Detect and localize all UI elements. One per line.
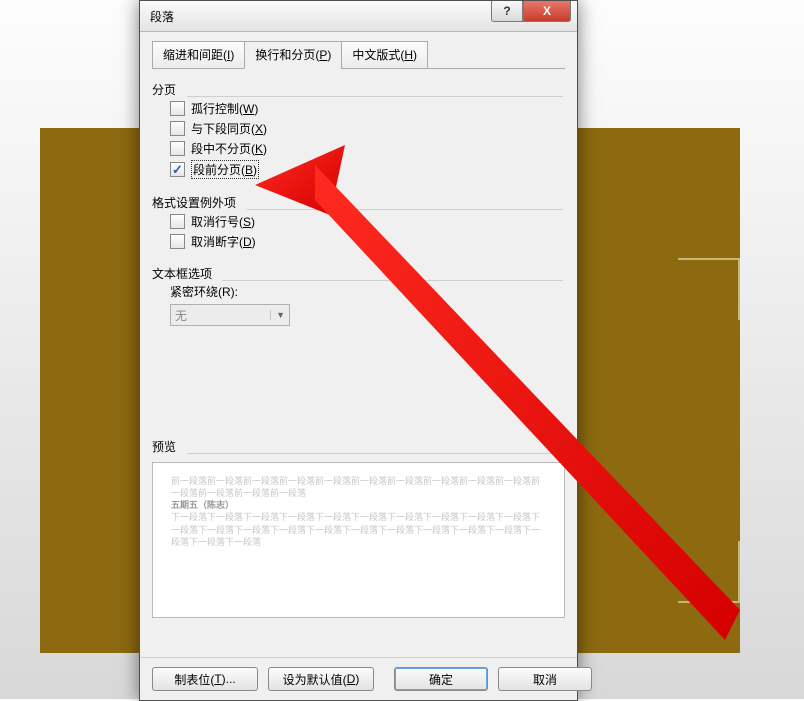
section-textbox-label: 文本框选项 <box>152 265 212 282</box>
dialog-tabs: 缩进和间距(I) 换行和分页(P) 中文版式(H) <box>152 42 565 69</box>
tight-wrap-value: 无 <box>175 307 187 324</box>
option-dont-hyphenate[interactable]: 取消断字(D) <box>170 233 565 250</box>
cancel-button[interactable]: 取消 <box>498 667 592 691</box>
tight-wrap-label: 紧密环绕(R): <box>170 283 565 300</box>
option-keep-lines-together[interactable]: 段中不分页(K) <box>170 140 565 157</box>
checkbox-page-break-before[interactable]: ✓ <box>170 162 185 177</box>
crop-mark-bottom-right <box>678 541 740 603</box>
close-button[interactable]: X <box>523 1 571 22</box>
set-default-button[interactable]: 设为默认值(D) <box>268 667 374 691</box>
preview-area: 前一段落前一段落前一段落前一段落前一段落前一段落前一段落前一段落前一段落前一段落… <box>152 462 565 618</box>
section-exceptions-label: 格式设置例外项 <box>152 194 236 211</box>
dialog-titlebar[interactable]: 段落 ? X <box>140 1 577 32</box>
checkbox-widow-control[interactable] <box>170 101 185 116</box>
option-suppress-line-numbers[interactable]: 取消行号(S) <box>170 213 565 230</box>
section-preview-label: 预览 <box>152 438 176 455</box>
option-keep-with-next[interactable]: 与下段同页(X) <box>170 120 565 137</box>
paragraph-dialog: 段落 ? X 缩进和间距(I) 换行和分页(P) 中文版式(H) 分页 孤行控制… <box>139 0 578 701</box>
dialog-footer: 制表位(T)... 设为默认值(D) 确定 取消 <box>140 657 577 700</box>
option-widow-control[interactable]: 孤行控制(W) <box>170 100 565 117</box>
checkbox-keep-with-next[interactable] <box>170 121 185 136</box>
tab-line-page-breaks[interactable]: 换行和分页(P) <box>244 41 342 69</box>
checkbox-keep-lines-together[interactable] <box>170 141 185 156</box>
tab-indent-spacing[interactable]: 缩进和间距(I) <box>152 41 245 69</box>
checkmark-icon: ✓ <box>172 164 183 175</box>
checkbox-suppress-line-numbers[interactable] <box>170 214 185 229</box>
tight-wrap-dropdown[interactable]: 无 ▼ <box>170 304 290 326</box>
crop-mark-top-right <box>678 258 740 320</box>
ok-button[interactable]: 确定 <box>394 667 488 691</box>
section-pagination-label: 分页 <box>152 81 176 98</box>
checkbox-dont-hyphenate[interactable] <box>170 234 185 249</box>
chevron-down-icon: ▼ <box>270 310 285 320</box>
dialog-title: 段落 <box>150 8 174 25</box>
option-page-break-before[interactable]: ✓ 段前分页(B) <box>170 160 565 179</box>
tab-chinese-typography[interactable]: 中文版式(H) <box>341 41 428 69</box>
help-button[interactable]: ? <box>491 1 523 22</box>
tabs-button[interactable]: 制表位(T)... <box>152 667 258 691</box>
